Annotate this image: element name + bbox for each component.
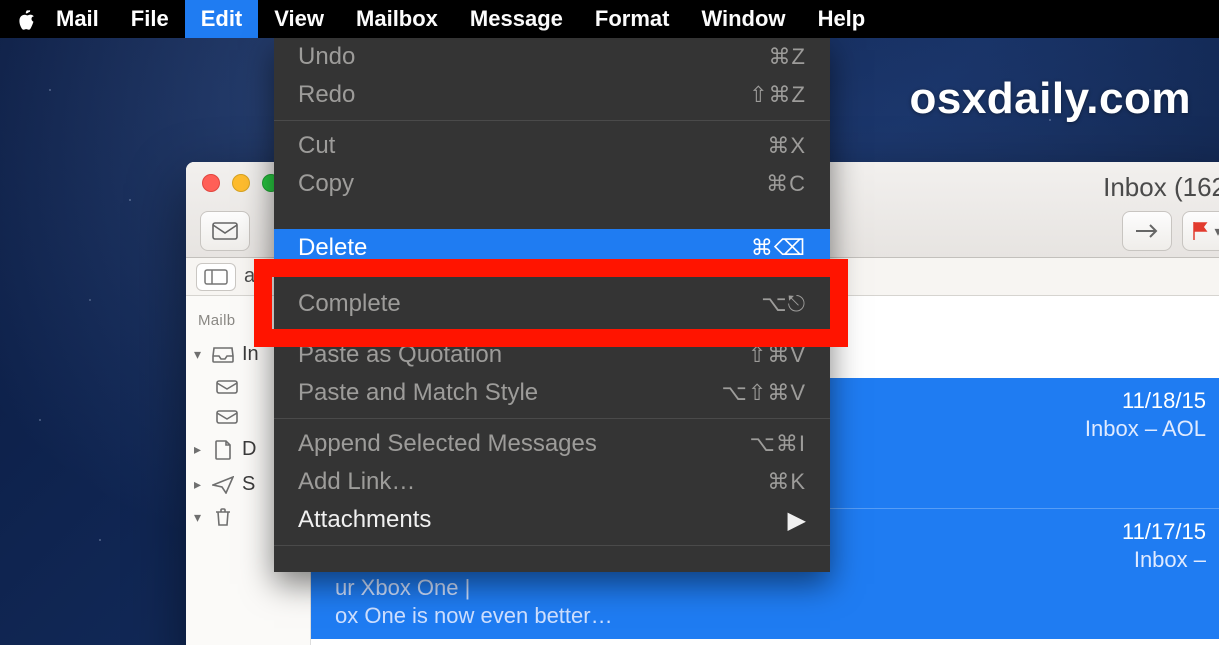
mailbox-icon [216, 408, 238, 426]
menubar-item-window[interactable]: Window [685, 0, 801, 38]
message-mailbox: Inbox – AOL [1085, 416, 1206, 442]
disclosure-triangle-icon[interactable]: ▸ [194, 441, 204, 458]
arrow-right-icon [1134, 223, 1160, 239]
menu-separator [274, 120, 830, 121]
menubar-item-file[interactable]: File [115, 0, 185, 38]
menu-separator [274, 545, 830, 546]
disclosure-triangle-icon[interactable]: ▸ [194, 476, 204, 493]
sent-icon [212, 476, 234, 494]
submenu-arrow-icon: ▶ [788, 506, 806, 535]
menubar-app-name[interactable]: Mail [40, 0, 115, 38]
inbox-icon [212, 346, 234, 364]
trash-icon [212, 508, 234, 526]
menubar-item-help[interactable]: Help [802, 0, 882, 38]
forward-button[interactable] [1122, 211, 1172, 251]
message-preview-line: ox One is now even better… [335, 603, 1206, 629]
menu-item-append-selected[interactable]: Append Selected Messages ⌥⌘I [274, 425, 830, 463]
menu-item-cut[interactable]: Cut ⌘X [274, 127, 830, 165]
menu-item-copy[interactable]: Copy ⌘C [274, 165, 830, 203]
sidebar-sent-label: S [242, 473, 255, 496]
envelope-icon [212, 222, 238, 240]
menubar-item-message[interactable]: Message [454, 0, 579, 38]
minimize-window-button[interactable] [232, 174, 250, 192]
menubar-item-format[interactable]: Format [579, 0, 686, 38]
menubar-item-view[interactable]: View [258, 0, 340, 38]
menu-item-paste-quotation[interactable]: Paste as Quotation ⇧⌘V [274, 336, 830, 374]
menu-item-delete[interactable]: Delete ⌘⌫ [274, 229, 830, 267]
menu-item-paste-match-style[interactable]: Paste and Match Style ⌥⇧⌘V [274, 374, 830, 412]
compose-button[interactable] [200, 211, 250, 251]
apple-menu[interactable] [10, 0, 40, 38]
disclosure-triangle-icon[interactable]: ▾ [194, 509, 204, 526]
flag-button[interactable]: ▾ [1182, 211, 1219, 251]
mailbox-icon [216, 378, 238, 396]
window-traffic-lights [202, 174, 280, 192]
message-preview-line: ur Xbox One | [335, 575, 1206, 601]
menu-item-redo[interactable]: Redo ⇧⌘Z [274, 76, 830, 114]
apple-logo-icon [15, 8, 35, 30]
chevron-down-icon: ▾ [1214, 223, 1219, 240]
disclosure-triangle-icon[interactable]: ▾ [194, 346, 204, 363]
flag-icon [1192, 221, 1210, 241]
watermark-text: osxdaily.com [909, 74, 1191, 124]
sidebar-inbox-label: In [242, 343, 259, 366]
message-date: 11/18/15 [1122, 388, 1206, 414]
message-mailbox: Inbox – [1134, 547, 1206, 573]
edit-menu-dropdown: Undo ⌘Z Redo ⇧⌘Z Cut ⌘X Copy ⌘C Delete ⌘… [274, 38, 830, 572]
close-window-button[interactable] [202, 174, 220, 192]
menu-item-complete[interactable]: Complete ⌥⎋ [274, 285, 830, 323]
subbar-label-fragment: a [244, 265, 255, 288]
sidebar-drafts-label: D [242, 438, 256, 461]
menu-item-attachments[interactable]: Attachments ▶ [274, 501, 830, 539]
menubar-item-edit[interactable]: Edit [185, 0, 259, 38]
drafts-icon [212, 441, 234, 459]
menu-separator [274, 329, 830, 330]
menu-item-undo[interactable]: Undo ⌘Z [274, 38, 830, 76]
menu-item-add-link[interactable]: Add Link… ⌘K [274, 463, 830, 501]
menubar-item-mailbox[interactable]: Mailbox [340, 0, 454, 38]
system-menubar: Mail File Edit View Mailbox Message Form… [0, 0, 1219, 38]
toggle-panels-button[interactable] [196, 263, 236, 291]
message-date: 11/17/15 [1122, 519, 1206, 545]
window-title: Inbox (162 [1103, 172, 1219, 203]
panels-icon [204, 269, 228, 285]
menu-separator [274, 418, 830, 419]
